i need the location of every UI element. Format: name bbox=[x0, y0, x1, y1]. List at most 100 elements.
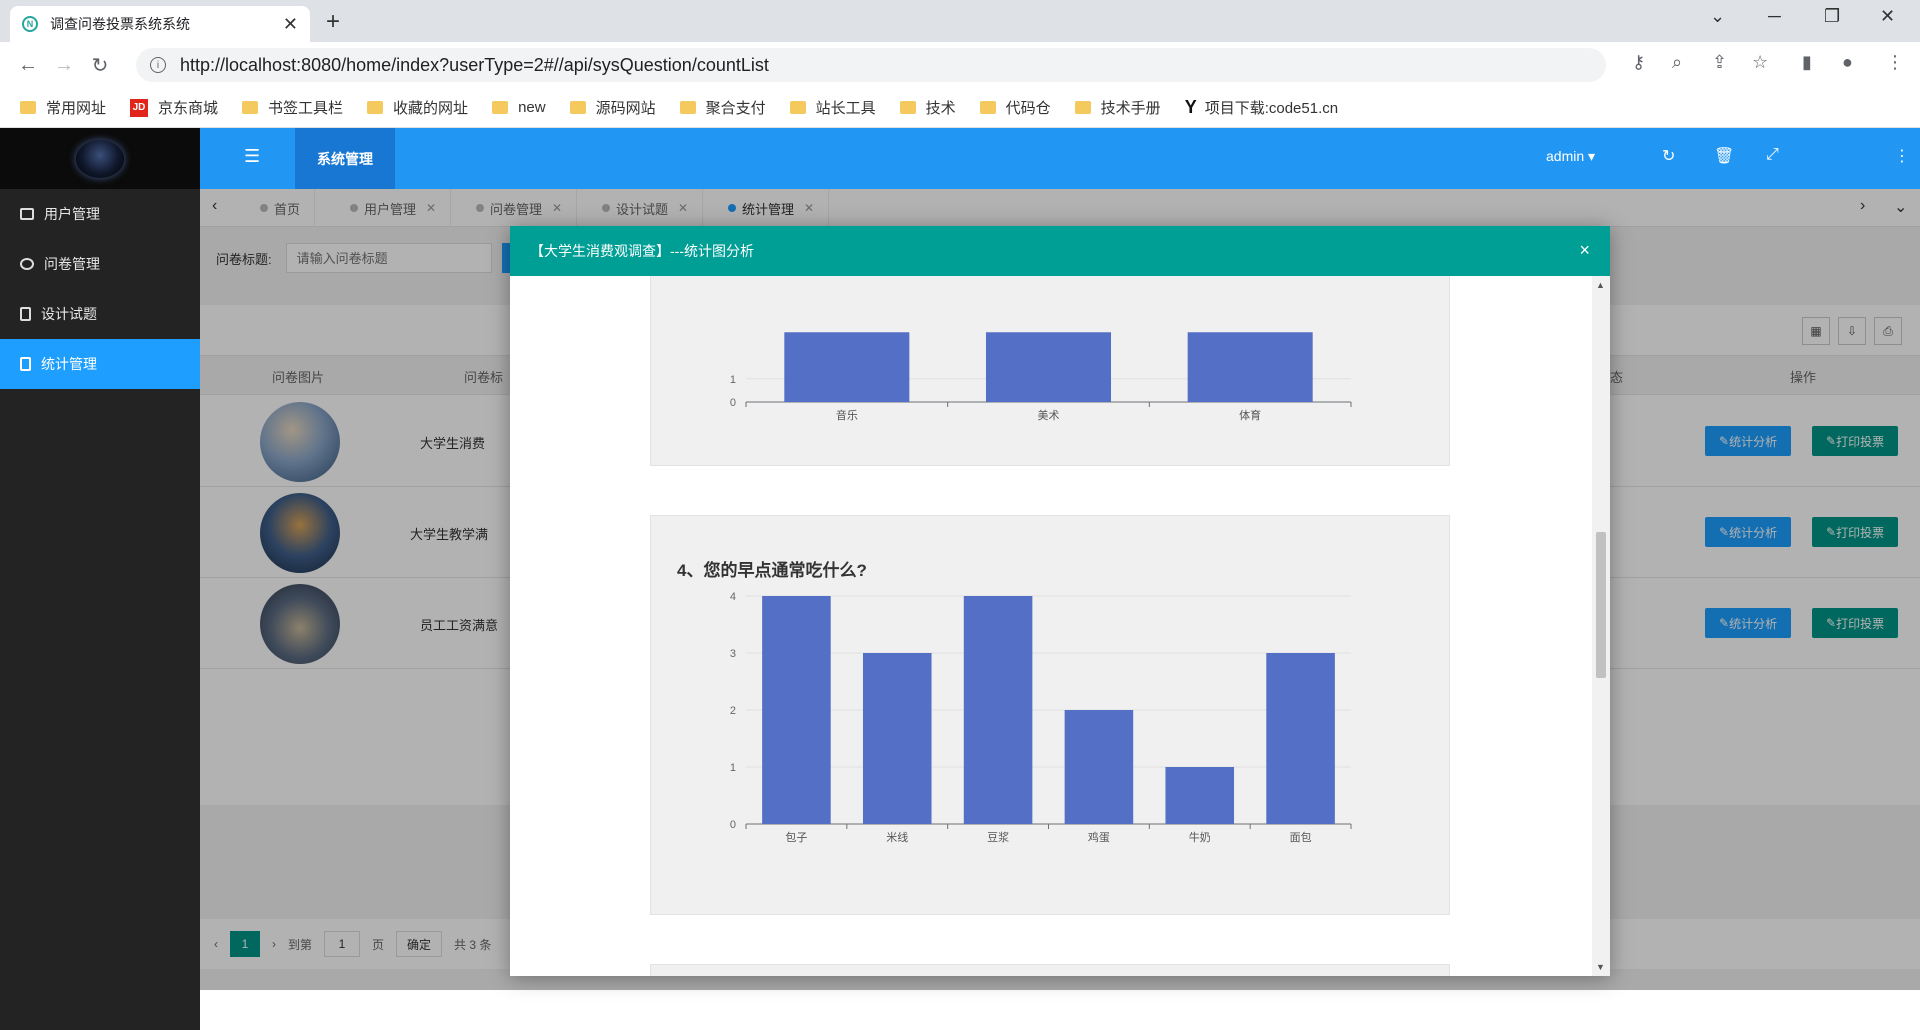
x-tick-label: 米线 bbox=[886, 830, 908, 844]
sidebar-item-questionnaires[interactable]: 问卷管理 bbox=[0, 239, 200, 289]
scroll-thumb[interactable] bbox=[1596, 532, 1606, 678]
bookmark-label: 站长工具 bbox=[815, 100, 876, 117]
y-tick-label: 1 bbox=[730, 762, 736, 774]
y-tick-label: 2 bbox=[730, 705, 736, 717]
sidebar-item-users[interactable]: 用户管理 bbox=[0, 189, 200, 239]
folder-icon bbox=[367, 101, 384, 114]
sidebar: 用户管理 问卷管理 设计试题 统计管理 bbox=[0, 128, 200, 1030]
minimize-icon[interactable]: ─ bbox=[1768, 6, 1781, 27]
refresh-icon[interactable]: ↻ bbox=[1662, 146, 1675, 166]
jd-logo-icon: JD bbox=[130, 98, 149, 117]
browser-tab[interactable]: N 调查问卷投票系统系统 ✕ bbox=[10, 6, 310, 42]
bookmark-item[interactable]: 代码仓 bbox=[979, 97, 1051, 118]
bookmark-label: 技术 bbox=[925, 100, 956, 117]
window-close-icon[interactable]: ✕ bbox=[1880, 6, 1895, 27]
logo-orb-icon bbox=[76, 139, 124, 178]
bookmark-label: 常用网址 bbox=[46, 100, 107, 117]
x-tick-label: 豆浆 bbox=[987, 830, 1009, 844]
bookmark-label: new bbox=[518, 99, 546, 116]
browser-tabstrip: N 调查问卷投票系统系统 ✕ + ⌄ ─ ❐ ✕ bbox=[0, 0, 1920, 42]
bookmark-label: 项目下载:code51.cn bbox=[1204, 100, 1339, 117]
bookmark-item[interactable]: 源码网站 bbox=[569, 97, 656, 118]
y-tick-label: 0 bbox=[730, 397, 736, 409]
tab-search-icon[interactable]: ⌄ bbox=[1710, 6, 1725, 27]
bar bbox=[1266, 653, 1335, 824]
folder-icon bbox=[20, 101, 36, 114]
folder-icon bbox=[979, 101, 996, 114]
bookmark-item[interactable]: 书签工具栏 bbox=[242, 97, 343, 118]
browser-toolbar: ← → ↻ i http://localhost:8080/home/index… bbox=[0, 42, 1920, 88]
header-section-system[interactable]: 系统管理 bbox=[295, 128, 395, 189]
fullscreen-icon[interactable]: ⤢ bbox=[1766, 146, 1779, 164]
bookmark-item[interactable]: 技术手册 bbox=[1074, 97, 1161, 118]
bookmark-item[interactable]: JD 京东商城 bbox=[130, 97, 218, 118]
user-menu[interactable]: admin ▾ bbox=[1546, 148, 1595, 165]
bookmark-label: 源码网站 bbox=[595, 100, 656, 117]
bookmarks-bar: 常用网址 JD 京东商城 书签工具栏 收藏的网址 new 源码网站 聚合支付 站长… bbox=[0, 88, 1920, 128]
folder-icon bbox=[679, 101, 696, 114]
sidebar-item-statistics[interactable]: 统计管理 bbox=[0, 339, 200, 389]
bar bbox=[784, 332, 910, 402]
site-info-icon[interactable]: i bbox=[150, 57, 166, 73]
scroll-up-icon[interactable]: ▲ bbox=[1596, 280, 1605, 290]
app-logo bbox=[0, 128, 200, 189]
x-tick-label: 美术 bbox=[1038, 409, 1060, 422]
zoom-icon[interactable]: ⌕ bbox=[1672, 52, 1682, 73]
bookmark-item[interactable]: 技术 bbox=[899, 97, 956, 118]
x-tick-label: 体育 bbox=[1239, 408, 1261, 422]
modal-close-icon[interactable]: × bbox=[1579, 240, 1590, 261]
scroll-down-icon[interactable]: ▼ bbox=[1596, 962, 1605, 972]
x-tick-label: 鸡蛋 bbox=[1088, 830, 1110, 844]
bookmark-item[interactable]: 常用网址 bbox=[20, 97, 106, 118]
new-tab-icon[interactable]: + bbox=[326, 8, 340, 36]
sidebar-item-label: 用户管理 bbox=[44, 206, 100, 222]
reload-icon[interactable]: ↻ bbox=[82, 53, 118, 78]
bookmark-item[interactable]: new bbox=[492, 99, 546, 116]
close-tab-icon[interactable]: ✕ bbox=[283, 14, 298, 35]
bookmark-label: 聚合支付 bbox=[705, 100, 766, 117]
bookmark-label: 技术手册 bbox=[1100, 100, 1161, 117]
restore-icon[interactable]: ❐ bbox=[1824, 6, 1840, 27]
profile-avatar-icon[interactable]: ● bbox=[1842, 52, 1853, 73]
side-panel-icon[interactable]: ▮ bbox=[1802, 52, 1812, 73]
bookmark-label: 书签工具栏 bbox=[268, 100, 344, 117]
file-icon bbox=[20, 357, 31, 371]
bar bbox=[1165, 767, 1235, 824]
back-icon[interactable]: ← bbox=[10, 54, 46, 77]
bookmark-item[interactable]: 聚合支付 bbox=[679, 97, 766, 118]
address-bar[interactable]: i http://localhost:8080/home/index?userT… bbox=[136, 48, 1606, 82]
gears-icon bbox=[20, 258, 34, 270]
menu-toggle-icon[interactable]: ☰ bbox=[244, 146, 260, 167]
menu-kebab-icon[interactable]: ⋮ bbox=[1886, 52, 1904, 73]
forward-icon[interactable]: → bbox=[46, 54, 82, 77]
modal-header: 【大学生消费观调查】---统计图分析 × bbox=[510, 226, 1610, 276]
address-url: http://localhost:8080/home/index?userTyp… bbox=[180, 54, 769, 75]
sidebar-item-label: 问卷管理 bbox=[44, 256, 100, 272]
browser-tab-title: 调查问卷投票系统系统 bbox=[50, 16, 190, 32]
vue-favicon-icon: N bbox=[22, 16, 38, 32]
modal-scrollbar[interactable]: ▲ ▼ bbox=[1592, 276, 1610, 976]
bookmark-item[interactable]: 站长工具 bbox=[789, 97, 876, 118]
more-icon[interactable]: ⋮ bbox=[1894, 146, 1910, 166]
share-icon[interactable]: ⇪ bbox=[1712, 52, 1727, 73]
bookmark-label: 京东商城 bbox=[158, 100, 219, 117]
key-icon[interactable]: ⚷ bbox=[1632, 52, 1645, 73]
bar bbox=[1187, 332, 1313, 402]
app-header: ☰ 系统管理 ↻ 🗑 ⤢ admin ▾ ⋮ bbox=[200, 128, 1920, 189]
trash-icon[interactable]: 🗑 bbox=[1714, 146, 1734, 166]
sidebar-item-design-questions[interactable]: 设计试题 bbox=[0, 289, 200, 339]
bookmark-item[interactable]: Y 项目下载:code51.cn bbox=[1185, 97, 1338, 118]
x-tick-label: 包子 bbox=[785, 831, 807, 844]
bar bbox=[963, 596, 1033, 824]
y-tick-label: 0 bbox=[730, 819, 736, 831]
bookmark-item[interactable]: 收藏的网址 bbox=[367, 97, 468, 118]
x-tick-label: 音乐 bbox=[836, 408, 858, 422]
bookmark-star-icon[interactable]: ☆ bbox=[1752, 52, 1768, 73]
modal-title: 【大学生消费观调查】---统计图分析 bbox=[530, 243, 754, 259]
bookmark-label: 收藏的网址 bbox=[393, 100, 469, 117]
bar bbox=[762, 596, 831, 824]
folder-icon bbox=[242, 101, 259, 114]
file-icon bbox=[20, 307, 31, 321]
chart-card-1: 0 1 音乐 美术 体育 bbox=[650, 276, 1450, 466]
user-name: admin bbox=[1546, 148, 1585, 164]
